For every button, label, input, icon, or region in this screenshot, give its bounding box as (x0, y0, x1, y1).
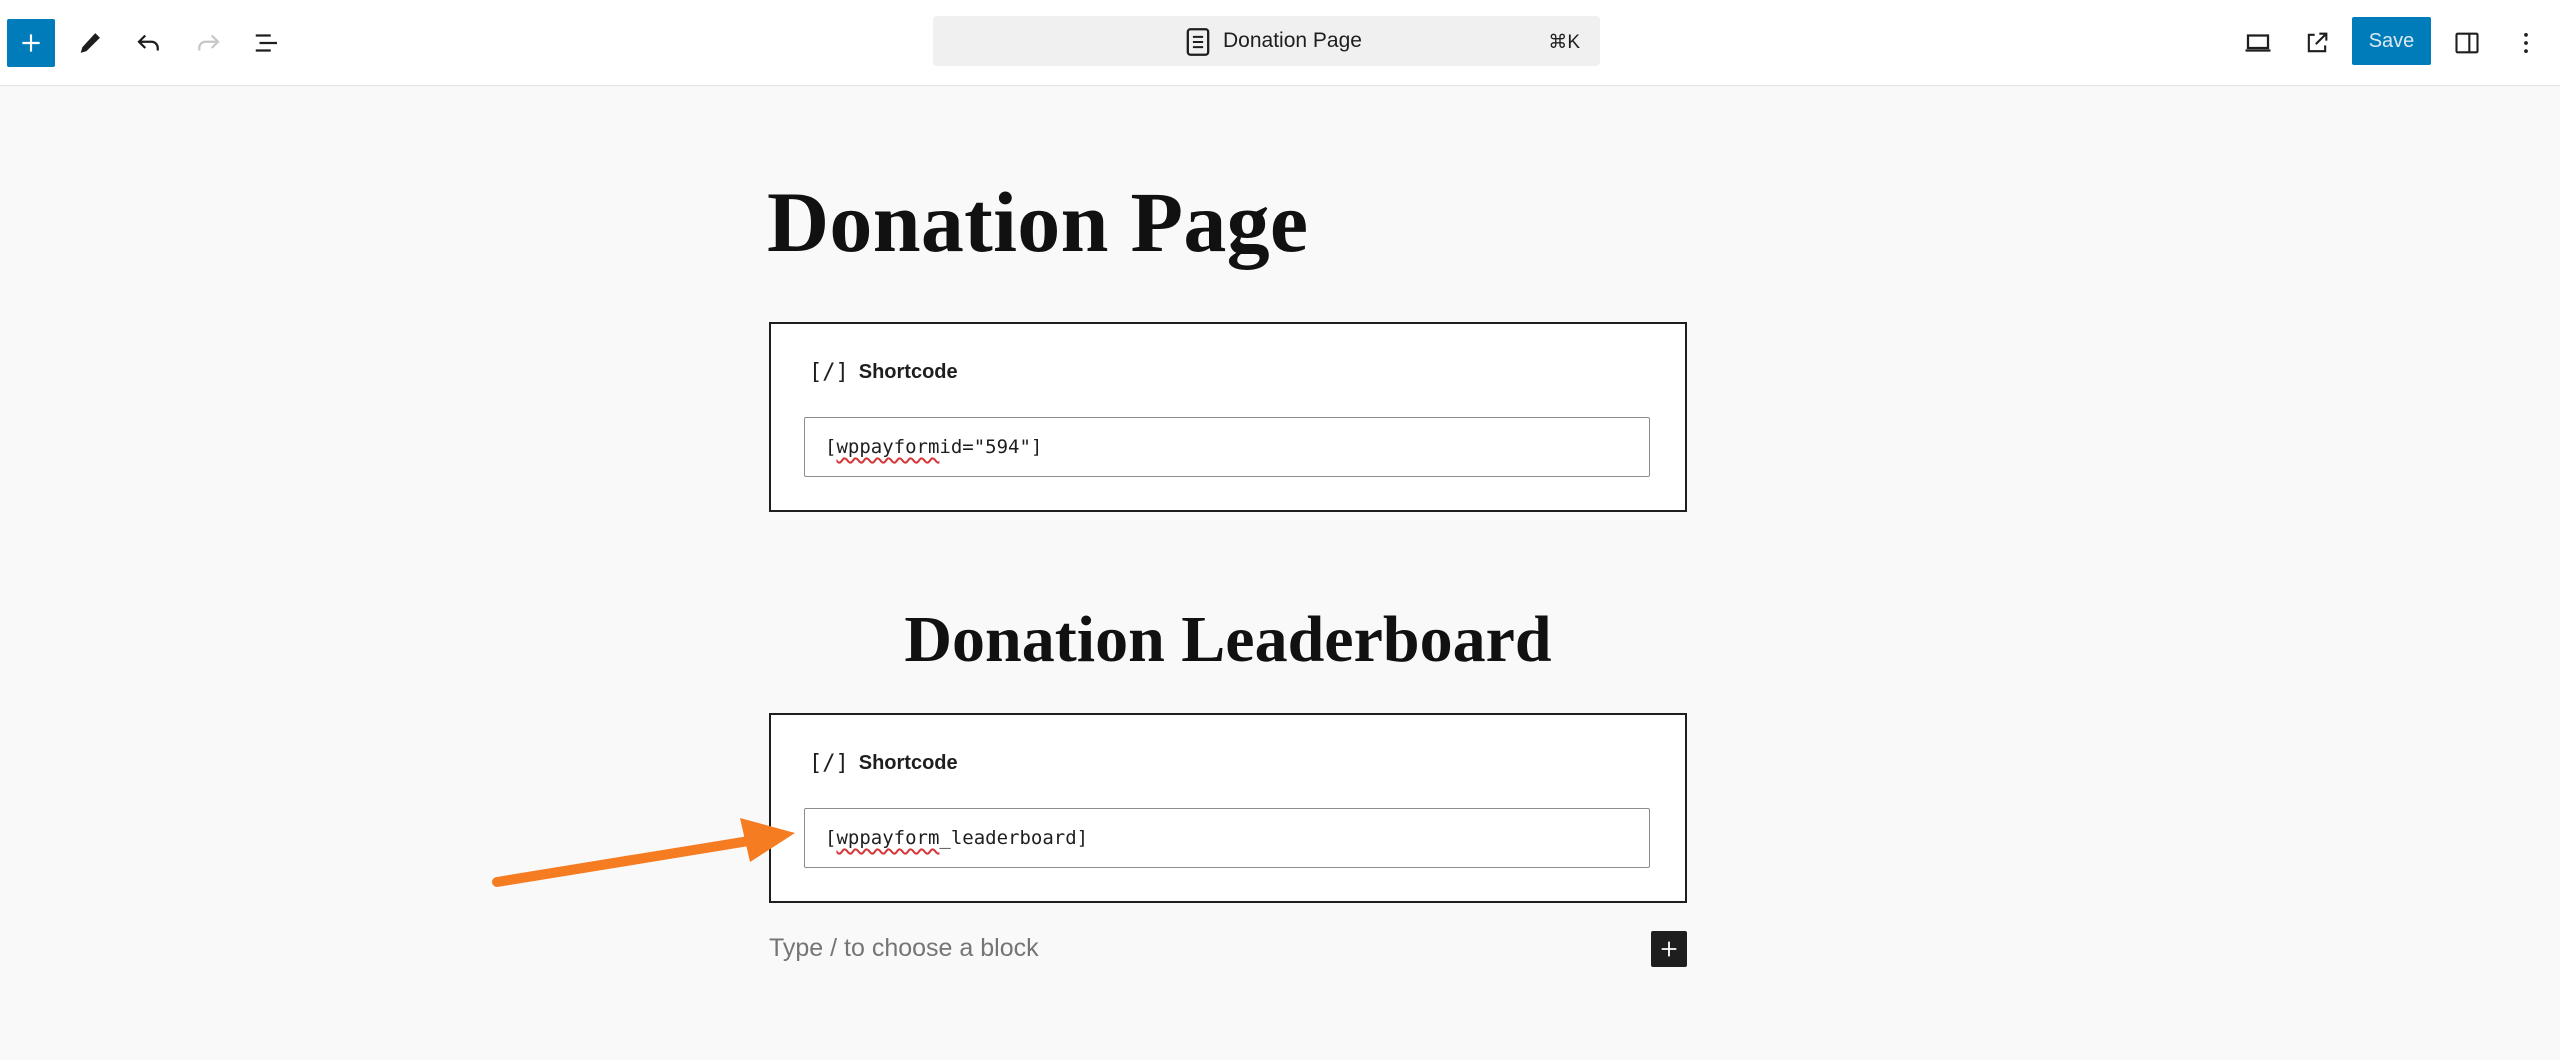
annotation-arrow (492, 818, 795, 887)
arrow-head (740, 818, 795, 862)
arrow-shaft (492, 835, 760, 887)
